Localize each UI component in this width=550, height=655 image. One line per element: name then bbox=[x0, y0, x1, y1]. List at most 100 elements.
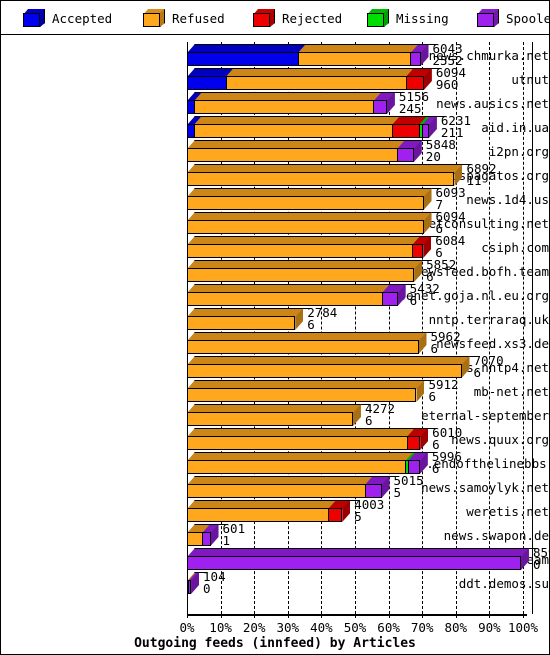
bar-row: newsfeed.xs3.de 5962 6 bbox=[1, 330, 549, 356]
bar-value-label: 2784 6 bbox=[307, 306, 337, 332]
bar-segment-refused bbox=[187, 436, 407, 450]
cube-icon bbox=[253, 9, 275, 27]
x-axis-title: Outgoing feeds (innfeed) by Articles bbox=[134, 636, 416, 651]
bar-row: ddt.demos.su 104 0 bbox=[1, 570, 549, 596]
bar-segment-refused bbox=[187, 244, 413, 258]
bar-segment-spooled bbox=[397, 148, 414, 162]
bar-row: newsfeed.bofh.team 5852 6 bbox=[1, 258, 549, 284]
bar-front-face bbox=[187, 52, 421, 66]
stacked-bar bbox=[187, 284, 415, 308]
bar-segment-rejected bbox=[391, 124, 419, 138]
x-tick bbox=[220, 614, 222, 618]
bar-segment-refused bbox=[187, 196, 424, 210]
bar-front-face bbox=[187, 340, 419, 354]
bar-segment-spooled bbox=[408, 460, 420, 474]
bar-secondary-value: 6 bbox=[307, 317, 315, 332]
plot-area: news.chmurka.net 6043 2552 utnut 6094 960 news… bbox=[1, 36, 550, 654]
bar-segment-spooled bbox=[373, 100, 387, 114]
bar-segment-accepted bbox=[187, 124, 194, 138]
stacked-bar bbox=[187, 260, 431, 284]
bar-front-face bbox=[187, 508, 343, 522]
bar-front-face bbox=[187, 484, 382, 498]
x-tick-label: 60% bbox=[377, 620, 400, 635]
bar-value-label: 5996 6 bbox=[432, 450, 462, 475]
x-tick-label: 90% bbox=[478, 620, 501, 635]
bar-secondary-value: 0 bbox=[203, 581, 211, 596]
bar-segment-spooled bbox=[364, 484, 382, 498]
bar-segment-refused bbox=[297, 52, 411, 66]
bar-value-label: 5015 5 bbox=[393, 474, 424, 500]
x-tick-label: 40% bbox=[310, 620, 333, 635]
legend-label: Spooled bbox=[506, 10, 550, 26]
stacked-bar bbox=[187, 332, 436, 356]
x-tick bbox=[422, 614, 424, 618]
bar-front-face bbox=[187, 580, 192, 594]
bar-front-face bbox=[187, 364, 462, 378]
bar-row: csiph.com 6084 6 bbox=[1, 234, 549, 260]
bar-secondary-value: 6 bbox=[364, 413, 373, 428]
x-tick bbox=[489, 614, 491, 618]
bar-segment-refused bbox=[187, 508, 329, 522]
bar-front-face bbox=[187, 316, 296, 330]
bar-front-face bbox=[187, 100, 387, 114]
legend-item-missing: Missing bbox=[353, 1, 449, 35]
bar-segment-accepted bbox=[187, 76, 226, 90]
bar-value-label: 6093 7 bbox=[436, 186, 466, 211]
bar-segment-refused bbox=[187, 484, 365, 498]
bar-secondary-value: 20 bbox=[425, 149, 441, 164]
bar-value-label: 6231 211 bbox=[441, 114, 471, 139]
bar-front-face bbox=[187, 196, 424, 210]
x-tick bbox=[355, 614, 356, 618]
bar-segment-spooled bbox=[187, 556, 521, 570]
x-tick-label: 30% bbox=[276, 620, 300, 635]
bar-segment-refused bbox=[187, 292, 382, 306]
bar-row: nntp.terraraq.uk 2784 6 bbox=[1, 306, 549, 332]
bar-value-label: 5852 6 bbox=[426, 258, 456, 283]
bar-front-face bbox=[187, 76, 424, 90]
bar-row: news.tnetconsulting.net 6094 6 bbox=[1, 210, 549, 236]
bar-secondary-value: 5 bbox=[393, 485, 402, 500]
bar-row: weretis.net 4003 5 bbox=[1, 498, 549, 524]
bar-row: news.1d4.us 6093 7 bbox=[1, 186, 549, 212]
bar-row: paganini.bofh.team85990 bbox=[1, 546, 550, 572]
bar-value-label: 6094 960 bbox=[435, 66, 466, 92]
bar-row: news.hispagatos.org 6892 11 bbox=[1, 162, 549, 188]
bar-row: news.swapon.de 601 1 bbox=[1, 522, 549, 548]
bar-row: newsfeed.endofthelinebbs.com59966 bbox=[1, 450, 550, 476]
bar-front-face bbox=[187, 244, 424, 258]
x-tick-label: 70% bbox=[410, 620, 434, 635]
y-axis-label: news.swapon.de bbox=[443, 528, 549, 543]
bar-value-label: 6010 6 bbox=[432, 426, 462, 451]
bar-value-label: 6043 2552 bbox=[433, 42, 463, 67]
bar-secondary-value: 6 bbox=[473, 365, 482, 380]
bar-secondary-value: 6 bbox=[428, 389, 437, 404]
x-tick-label: 10% bbox=[209, 620, 232, 635]
bar-segment-rejected bbox=[406, 436, 421, 450]
bar-value-label: 4272 6 bbox=[364, 402, 395, 428]
bar-front-face bbox=[187, 532, 211, 546]
bar-value-label: 85990 bbox=[533, 546, 550, 571]
bar-row: news.samoylyk.net 5015 5 bbox=[1, 474, 549, 500]
chart-legend: Accepted Refused Rejected Missing Spooled bbox=[1, 1, 550, 35]
legend-label: Accepted bbox=[52, 10, 113, 26]
bar-row: eternal-september 4272 6 bbox=[1, 402, 549, 428]
x-tick-label: 20% bbox=[242, 620, 266, 635]
bar-value-label: 5962 6 bbox=[431, 330, 461, 355]
bar-segment-refused bbox=[187, 172, 455, 186]
bar-front-face bbox=[187, 460, 420, 474]
cube-icon bbox=[23, 9, 45, 27]
bar-segment-refused bbox=[187, 388, 417, 402]
stacked-bar bbox=[187, 500, 360, 524]
bar-front-face bbox=[187, 388, 417, 402]
bar-row: news.chmurka.net 6043 2552 bbox=[1, 42, 549, 68]
x-tick-label: 50% bbox=[343, 620, 367, 635]
bar-segment-refused bbox=[187, 220, 424, 234]
bar-secondary-value: 1 bbox=[222, 533, 231, 548]
bar-segment-refused bbox=[225, 76, 406, 90]
bar-secondary-value: 960 bbox=[435, 77, 459, 92]
x-tick bbox=[254, 614, 256, 618]
bar-row: news.nntp4.net 7070 6 bbox=[1, 354, 549, 380]
cube-icon bbox=[477, 9, 499, 27]
bar-segment-refused bbox=[187, 148, 397, 162]
bar-segment-accepted bbox=[187, 100, 195, 114]
